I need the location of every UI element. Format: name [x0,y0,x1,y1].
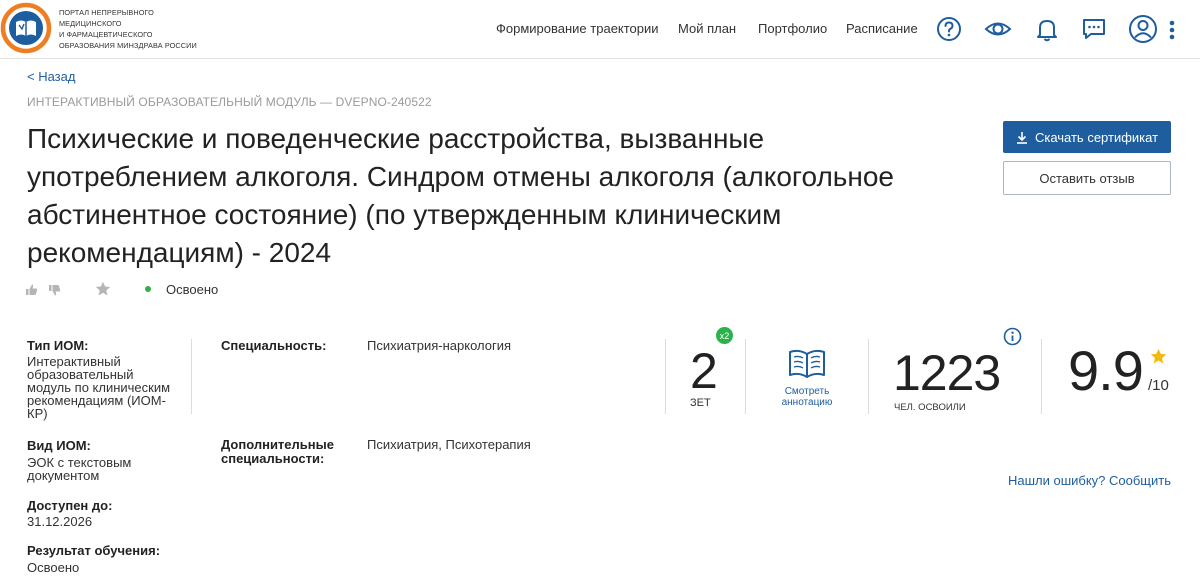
specialty-value: Психиатрия-наркология [367,338,512,353]
portal-logo-text: ПОРТАЛ НЕПРЕРЫВНОГО МЕДИЦИНСКОГО И ФАРМА… [59,7,197,51]
download-certificate-button[interactable]: Скачать сертификат [1003,121,1171,153]
download-icon [1016,131,1028,144]
stats-divider [868,339,869,414]
learning-result-label: Результат обучения: [27,543,161,558]
available-until-label: Доступен до: [27,498,113,513]
portal-logo[interactable] [0,2,52,54]
eye-icon[interactable] [984,15,1012,43]
logo-line: ПОРТАЛ НЕПРЕРЫВНОГО [59,8,154,17]
additional-specialty-value: Психиатрия, Психотерапия [367,437,531,452]
page-title: Психические и поведенческие расстройства… [27,123,894,268]
module-code: ИНТЕРАКТИВНЫЙ ОБРАЗОВАТЕЛЬНЫЙ МОДУЛЬ — D… [27,95,432,109]
nav-trajectory[interactable]: Формирование траектории [496,21,659,36]
stats-divider [665,339,666,414]
available-until-value: 31.12.2026 [27,514,93,529]
logo-line: ОБРАЗОВАНИЯ МИНЗДРАВА РОССИИ [59,41,197,50]
more-vertical-icon[interactable] [1167,18,1177,42]
additional-specialty-label: Дополнительные специальности: [221,437,334,466]
info-icon[interactable] [1003,327,1022,346]
nav-portfolio[interactable]: Портфолио [758,21,827,36]
help-icon[interactable] [935,15,963,43]
stats-divider [1041,339,1042,414]
zet-value: 2 [690,343,718,399]
chat-icon[interactable] [1080,15,1108,43]
back-link[interactable]: < Назад [27,69,75,84]
status-dot [145,286,151,292]
learners-count: 1223 [893,345,1001,401]
stats-divider [745,339,746,414]
top-header: ПОРТАЛ НЕПРЕРЫВНОГО МЕДИЦИНСКОГО И ФАРМА… [0,0,1200,59]
iom-type-label: Тип ИОМ: [27,338,89,353]
download-certificate-label: Скачать сертификат [1034,129,1159,145]
logo-line: И ФАРМАЦЕВТИЧЕСКОГО [59,30,153,39]
zet-badge: x2 [716,327,733,344]
iom-kind-label: Вид ИОМ: [27,438,91,453]
profile-icon[interactable] [1128,14,1158,44]
bell-icon[interactable] [1033,15,1061,43]
rating-value: 9.9 [1068,339,1144,402]
iom-kind-value: ЭОК с текстовым документом [27,455,132,483]
like-icon[interactable] [25,283,38,296]
learners-label: ЧЕЛ. ОСВОИЛИ [894,402,966,413]
leave-review-button[interactable]: Оставить отзыв [1003,161,1171,195]
nav-my-plan[interactable]: Мой план [678,21,736,36]
dislike-icon[interactable] [48,284,61,297]
annotation-link[interactable]: Смотреть аннотацию [772,386,842,408]
status-label: Освоено [166,282,219,297]
zet-label: ЗЕТ [690,397,711,409]
specialty-label: Специальность: [221,338,327,353]
nav-schedule[interactable]: Расписание [846,21,918,36]
report-error-link[interactable]: Нашли ошибку? Сообщить [1008,473,1171,488]
learning-result-value: Освоено [27,560,80,575]
annotation-book-icon[interactable] [787,348,827,380]
logo-line: МЕДИЦИНСКОГО [59,19,122,28]
rating-star-icon [1150,348,1167,365]
rating-max: /10 [1148,377,1169,394]
column-divider [191,339,192,414]
favorite-star-icon[interactable] [95,281,111,297]
iom-type-value: Интерактивный образовательный модуль по … [27,354,171,421]
